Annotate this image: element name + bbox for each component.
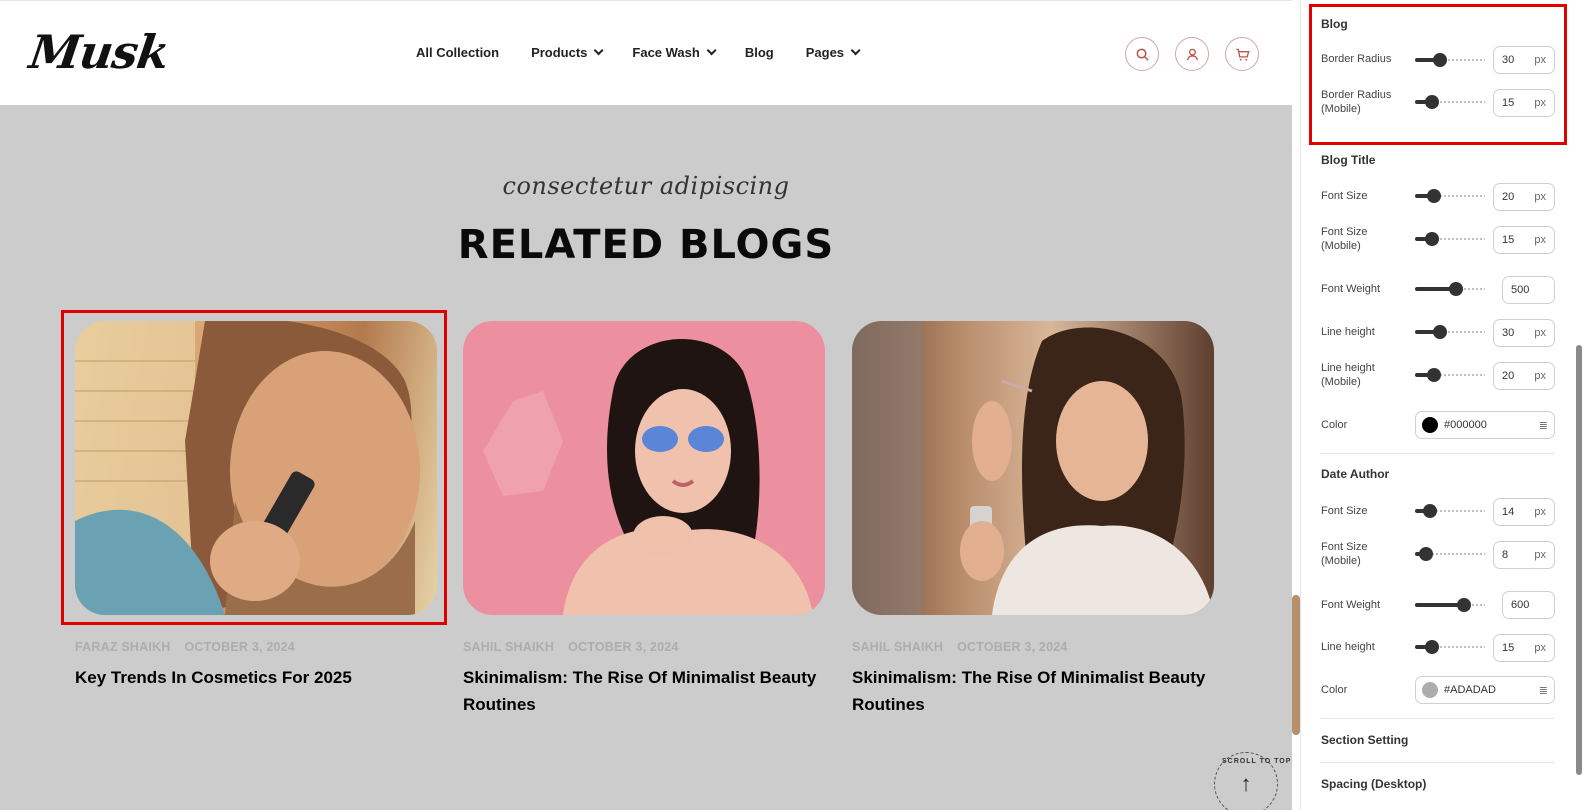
panel-scrollbar[interactable] (1576, 345, 1582, 775)
page-preview: Musk All Collection Products Face Wash B… (0, 0, 1292, 810)
search-icon (1136, 48, 1149, 61)
meta-font-weight-label: Font Weight (1321, 599, 1381, 611)
divider (1321, 762, 1555, 763)
chevron-down-icon (594, 45, 604, 56)
blog-photo-woman-eye-patches (483, 338, 813, 615)
meta-line-height-label: Line height (1321, 641, 1375, 653)
date-author-section-title: Date Author (1321, 467, 1390, 481)
color-swatch[interactable] (1422, 417, 1438, 433)
meta-line-height-slider[interactable] (1415, 640, 1485, 654)
title-font-weight-slider[interactable] (1415, 282, 1485, 296)
blog-date: OCTOBER 3, 2024 (568, 640, 679, 654)
blog-date: OCTOBER 3, 2024 (957, 640, 1068, 654)
nav-label: Products (531, 45, 588, 60)
blog-card[interactable]: SAHIL SHAIKH OCTOBER 3, 2024 Skinimalism… (463, 321, 825, 718)
title-line-height-mobile-slider[interactable] (1415, 368, 1485, 382)
nav-products[interactable]: Products (531, 45, 604, 60)
blog-author[interactable]: SAHIL SHAIKH (463, 640, 554, 654)
meta-font-size-input[interactable]: 14 px (1493, 498, 1555, 526)
user-icon (1186, 48, 1198, 60)
blog-image[interactable] (852, 321, 1214, 615)
title-font-size-mobile-slider[interactable] (1415, 232, 1485, 246)
nav-label: Pages (805, 45, 845, 60)
color-swatch[interactable] (1422, 682, 1438, 698)
preview-scrollbar[interactable] (1292, 595, 1300, 735)
nav-all-collection[interactable]: All Collection (416, 45, 499, 60)
meta-font-size-mobile-slider[interactable] (1415, 547, 1485, 561)
scroll-to-top-label: SCROLL TO TOP (1222, 758, 1292, 765)
search-button[interactable] (1125, 37, 1159, 71)
cart-button[interactable] (1225, 37, 1259, 71)
blog-author[interactable]: FARAZ SHAIKH (75, 640, 170, 654)
meta-color-label: Color (1321, 684, 1348, 696)
spacing-desktop-title[interactable]: Spacing (Desktop) (1321, 777, 1426, 791)
site-header: Musk All Collection Products Face Wash B… (0, 0, 1292, 105)
blog-meta: FARAZ SHAIKH OCTOBER 3, 2024 (75, 640, 437, 654)
nav-label: All Collection (416, 45, 500, 60)
blog-title[interactable]: Skinimalism: The Rise Of Minimalist Beau… (463, 664, 825, 718)
meta-font-weight-input[interactable]: 600 (1502, 591, 1555, 619)
blog-author[interactable]: SAHIL SHAIKH (852, 640, 943, 654)
chevron-down-icon (706, 45, 717, 56)
blog-card[interactable]: SAHIL SHAIKH OCTOBER 3, 2024 Skinimalism… (852, 321, 1214, 718)
title-font-weight-input[interactable]: 500 (1502, 276, 1555, 304)
database-icon[interactable]: ≣ (1539, 419, 1548, 432)
color-value: #ADADAD (1444, 684, 1496, 696)
account-button[interactable] (1175, 37, 1209, 71)
section-subtitle: consectetur adipiscing (502, 172, 790, 200)
nav-blog[interactable]: Blog (745, 45, 774, 60)
site-logo[interactable]: Musk (26, 25, 172, 79)
cart-icon (1235, 48, 1249, 61)
arrow-up-icon: ↑ (1240, 771, 1252, 796)
title-font-size-input[interactable]: 20 px (1493, 183, 1555, 211)
main-nav: All Collection Products Face Wash Blog P… (416, 45, 861, 60)
meta-font-weight-slider[interactable] (1415, 598, 1485, 612)
title-line-height-input[interactable]: 30 px (1493, 319, 1555, 347)
blog-image[interactable] (463, 321, 825, 615)
blog-title[interactable]: Skinimalism: The Rise Of Minimalist Beau… (852, 664, 1214, 718)
meta-line-height-input[interactable]: 15 px (1493, 634, 1555, 662)
blog-date: OCTOBER 3, 2024 (184, 640, 295, 654)
selection-highlight (1309, 4, 1567, 145)
title-font-weight-label: Font Weight (1321, 283, 1381, 295)
title-line-height-label: Line height (1321, 326, 1375, 338)
nav-face-wash[interactable]: Face Wash (632, 45, 717, 60)
divider (1321, 453, 1555, 454)
title-line-height-mobile-input[interactable]: 20 px (1493, 362, 1555, 390)
blog-title[interactable]: Key Trends In Cosmetics For 2025 (75, 664, 437, 691)
blog-photo-woman-serum (852, 321, 1214, 615)
database-icon[interactable]: ≣ (1539, 684, 1548, 697)
meta-font-size-slider[interactable] (1415, 504, 1485, 518)
meta-font-size-label: Font Size (1321, 505, 1368, 517)
nav-label: Blog (744, 45, 774, 60)
selection-highlight (61, 310, 447, 625)
title-font-size-mobile-input[interactable]: 15 px (1493, 226, 1555, 254)
chevron-down-icon (850, 45, 861, 56)
title-font-size-slider[interactable] (1415, 189, 1485, 203)
title-font-size-mobile-label: Font Size (Mobile) (1321, 226, 1368, 252)
nav-pages[interactable]: Pages (805, 45, 861, 60)
section-setting-title[interactable]: Section Setting (1321, 733, 1408, 747)
title-color-label: Color (1321, 419, 1348, 431)
color-value: #000000 (1444, 419, 1487, 431)
meta-font-size-mobile-label: Font Size (Mobile) (1321, 541, 1368, 567)
blog-meta: SAHIL SHAIKH OCTOBER 3, 2024 (852, 640, 1214, 654)
title-font-size-label: Font Size (1321, 190, 1368, 202)
title-color-picker[interactable]: #000000 ≣ (1415, 411, 1555, 439)
meta-font-size-mobile-input[interactable]: 8 px (1493, 541, 1555, 569)
title-line-height-mobile-label: Line height (Mobile) (1321, 362, 1375, 388)
divider (1321, 718, 1555, 719)
title-line-height-slider[interactable] (1415, 325, 1485, 339)
section-heading: RELATED BLOGS (457, 222, 835, 268)
blog-title-section-title: Blog Title (1321, 153, 1376, 167)
meta-color-picker[interactable]: #ADADAD ≣ (1415, 676, 1555, 704)
blog-meta: SAHIL SHAIKH OCTOBER 3, 2024 (463, 640, 825, 654)
nav-label: Face Wash (632, 45, 700, 60)
